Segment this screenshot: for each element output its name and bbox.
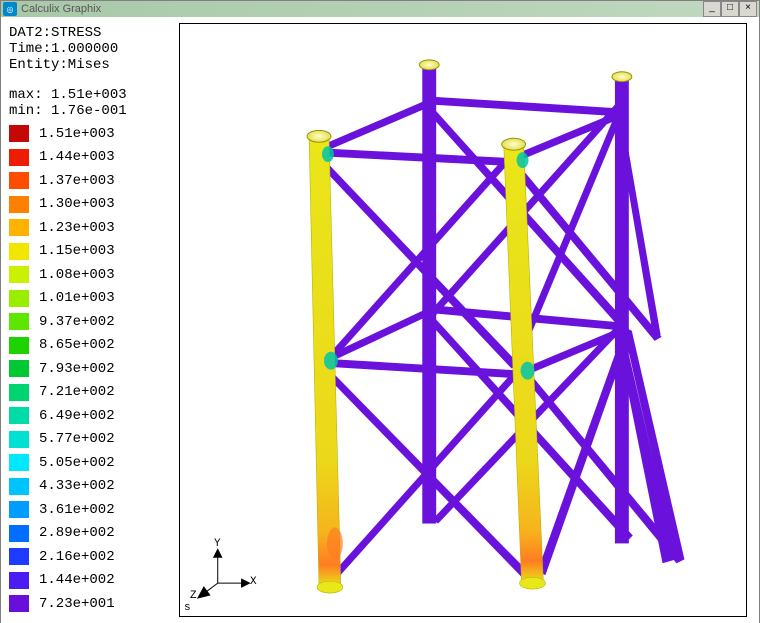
- legend-row: 1.08e+003: [9, 266, 173, 283]
- legend-row: 7.21e+002: [9, 384, 173, 401]
- legend-row: 1.15e+003: [9, 243, 173, 260]
- model-render: [180, 24, 746, 616]
- app-window: ◎ Calculix Graphix _ □ × DAT2:STRESS Tim…: [0, 0, 760, 623]
- min-label: min: 1.76e-001: [9, 103, 173, 119]
- legend-row: 1.30e+003: [9, 196, 173, 213]
- content-area: DAT2:STRESS Time:1.000000 Entity:Mises m…: [1, 17, 759, 623]
- legend-row: 7.23e+001: [9, 595, 173, 612]
- viewport-3d[interactable]: Y X Z s: [179, 23, 747, 617]
- top-rear-brace: [430, 97, 621, 117]
- legend-row: 6.49e+002: [9, 407, 173, 424]
- legend-swatch: [9, 149, 29, 166]
- legend-label: 2.16e+002: [39, 549, 115, 565]
- legend-row: 5.77e+002: [9, 431, 173, 448]
- legend-row: 8.65e+002: [9, 337, 173, 354]
- legend-row: 1.51e+003: [9, 125, 173, 142]
- legend-label: 1.30e+003: [39, 196, 115, 212]
- legend-label: 1.44e+003: [39, 149, 115, 165]
- color-legend: 1.51e+003 1.44e+003 1.37e+003 1.30e+003 1.23…: [9, 125, 173, 612]
- legend-label: 4.33e+002: [39, 478, 115, 494]
- legend-swatch: [9, 196, 29, 213]
- legend-swatch: [9, 407, 29, 424]
- legend-swatch: [9, 266, 29, 283]
- legend-label: 7.93e+002: [39, 361, 115, 377]
- mid-left-depth: [329, 307, 430, 363]
- legend-swatch: [9, 172, 29, 189]
- legend-swatch: [9, 548, 29, 565]
- info-panel: DAT2:STRESS Time:1.000000 Entity:Mises m…: [1, 17, 179, 623]
- legend-swatch: [9, 125, 29, 142]
- legend-label: 1.08e+003: [39, 267, 115, 283]
- legend-label: 5.77e+002: [39, 431, 115, 447]
- axis-x-label: X: [250, 576, 257, 588]
- front-left-leg: [307, 130, 343, 593]
- legend-row: 4.33e+002: [9, 478, 173, 495]
- titlebar: ◎ Calculix Graphix _ □ ×: [1, 1, 759, 17]
- legend-swatch: [9, 595, 29, 612]
- legend-row: 1.23e+003: [9, 219, 173, 236]
- legend-swatch: [9, 313, 29, 330]
- legend-label: 1.51e+003: [39, 126, 115, 142]
- legend-row: 1.01e+003: [9, 290, 173, 307]
- time-label: Time:1.000000: [9, 41, 173, 57]
- legend-row: 2.89e+002: [9, 525, 173, 542]
- legend-swatch: [9, 525, 29, 542]
- legend-label: 3.61e+002: [39, 502, 115, 518]
- legend-swatch: [9, 243, 29, 260]
- legend-row: 1.37e+003: [9, 172, 173, 189]
- app-icon: ◎: [3, 2, 17, 16]
- legend-label: 8.65e+002: [39, 337, 115, 353]
- legend-swatch: [9, 501, 29, 518]
- legend-row: 5.05e+002: [9, 454, 173, 471]
- minimize-button[interactable]: _: [703, 1, 721, 17]
- close-button[interactable]: ×: [739, 1, 757, 17]
- dataset-label: DAT2:STRESS: [9, 25, 173, 41]
- entity-label: Entity:Mises: [9, 57, 173, 73]
- legend-label: 5.05e+002: [39, 455, 115, 471]
- legend-label: 1.37e+003: [39, 173, 115, 189]
- minmax-block: max: 1.51e+003 min: 1.76e-001: [9, 87, 173, 119]
- maximize-button[interactable]: □: [721, 1, 739, 17]
- legend-swatch: [9, 478, 29, 495]
- legend-label: 1.01e+003: [39, 290, 115, 306]
- legend-swatch: [9, 384, 29, 401]
- legend-swatch: [9, 337, 29, 354]
- legend-swatch: [9, 454, 29, 471]
- legend-label: 9.37e+002: [39, 314, 115, 330]
- legend-label: 2.89e+002: [39, 525, 115, 541]
- max-label: max: 1.51e+003: [9, 87, 173, 103]
- legend-label: 1.23e+003: [39, 220, 115, 236]
- axis-z-label: Z: [190, 590, 197, 602]
- legend-label: 7.23e+001: [39, 596, 115, 612]
- legend-swatch: [9, 360, 29, 377]
- axis-y-label: Y: [214, 538, 221, 550]
- legend-row: 1.44e+002: [9, 572, 173, 589]
- legend-label: 6.49e+002: [39, 408, 115, 424]
- legend-label: 1.44e+002: [39, 572, 115, 588]
- legend-swatch: [9, 290, 29, 307]
- legend-label: 1.15e+003: [39, 243, 115, 259]
- legend-row: 1.44e+003: [9, 149, 173, 166]
- window-title: Calculix Graphix: [21, 3, 703, 15]
- dataset-info: DAT2:STRESS Time:1.000000 Entity:Mises: [9, 25, 173, 73]
- axis-triad: [198, 549, 250, 598]
- legend-row: 7.93e+002: [9, 360, 173, 377]
- legend-swatch: [9, 431, 29, 448]
- legend-row: 2.16e+002: [9, 548, 173, 565]
- legend-row: 3.61e+002: [9, 501, 173, 518]
- legend-swatch: [9, 219, 29, 236]
- legend-row: 9.37e+002: [9, 313, 173, 330]
- top-left-depth-brace: [319, 99, 430, 155]
- front-top-brace: [319, 148, 512, 166]
- legend-swatch: [9, 572, 29, 589]
- axis-s-label: s: [184, 602, 191, 614]
- legend-label: 7.21e+002: [39, 384, 115, 400]
- window-controls: _ □ ×: [703, 1, 757, 17]
